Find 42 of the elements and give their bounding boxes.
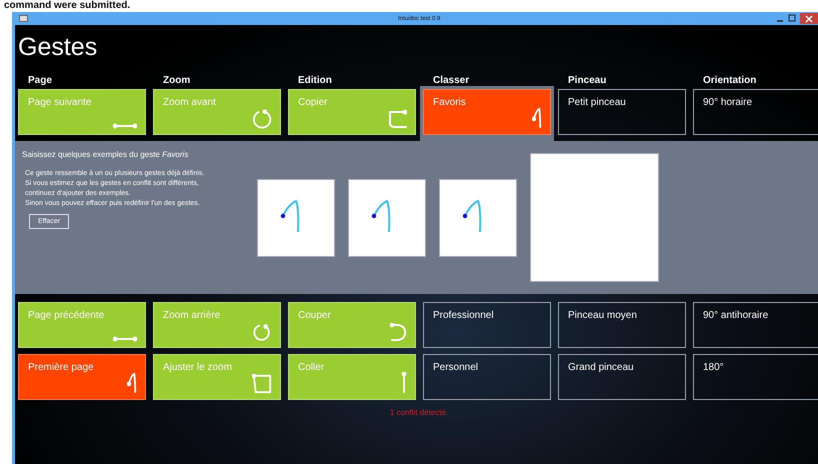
maximize-icon[interactable] — [786, 13, 798, 24]
column-header: Zoom — [162, 74, 192, 88]
caption-text: command were submitted. — [4, 0, 130, 12]
gesture-tile[interactable]: Couper — [288, 302, 416, 348]
gesture-tile[interactable]: Première page — [18, 354, 146, 400]
gesture-tile[interactable]: Grand pinceau — [558, 354, 686, 400]
gesture-tile[interactable]: Petit pinceau — [558, 89, 686, 135]
gesture-tile[interactable]: Coller — [288, 354, 416, 400]
gesture-tile[interactable]: Copier — [288, 89, 416, 135]
gesture-tile[interactable]: Zoom avant — [153, 89, 281, 135]
gesture-tile[interactable]: Favoris — [423, 89, 551, 135]
gesture-tile[interactable]: Personnel — [423, 354, 551, 400]
gesture-corner-icon — [388, 110, 407, 129]
gesture-tile[interactable]: Zoom arrière — [153, 302, 281, 348]
conflict-status: 1 conflit détecté. — [388, 408, 450, 417]
gesture-circle-icon — [252, 322, 272, 342]
gesture-tile[interactable]: 90° antihoraire — [693, 302, 818, 348]
column-header: Page — [27, 74, 53, 88]
column-header: Edition — [297, 74, 333, 88]
gesture-tile[interactable]: Ajuster le zoom — [153, 354, 281, 400]
gesture-line-icon — [113, 123, 137, 129]
close-icon — [805, 14, 813, 22]
gesture-tile[interactable]: 180° — [693, 354, 818, 400]
gesture-line-icon — [113, 336, 137, 342]
gesture-tile[interactable]: Pinceau moyen — [558, 302, 686, 348]
gesture-square-icon — [252, 374, 272, 394]
gesture-hook-icon — [127, 372, 137, 394]
gesture-circle-icon — [252, 109, 272, 129]
gesture-tile[interactable]: Professionnel — [423, 302, 551, 348]
page-heading: Gestes — [17, 32, 98, 63]
panel-title: Saisissez quelques exemples du geste Favoris — [22, 150, 190, 159]
gesture-tile[interactable]: 90° horaire — [693, 89, 818, 135]
gesture-uturn-icon — [390, 323, 407, 342]
close-button[interactable] — [800, 13, 818, 24]
gesture-vline-icon — [401, 372, 407, 394]
column-header: Classer — [432, 74, 470, 88]
app-icon — [19, 15, 28, 22]
column-header: Orientation — [702, 74, 758, 88]
gesture-tile[interactable]: Page suivante — [18, 89, 146, 135]
column-header: Pinceau — [567, 74, 608, 88]
gesture-hook-icon — [532, 107, 542, 129]
gesture-tile[interactable]: Page précédente — [18, 302, 146, 348]
